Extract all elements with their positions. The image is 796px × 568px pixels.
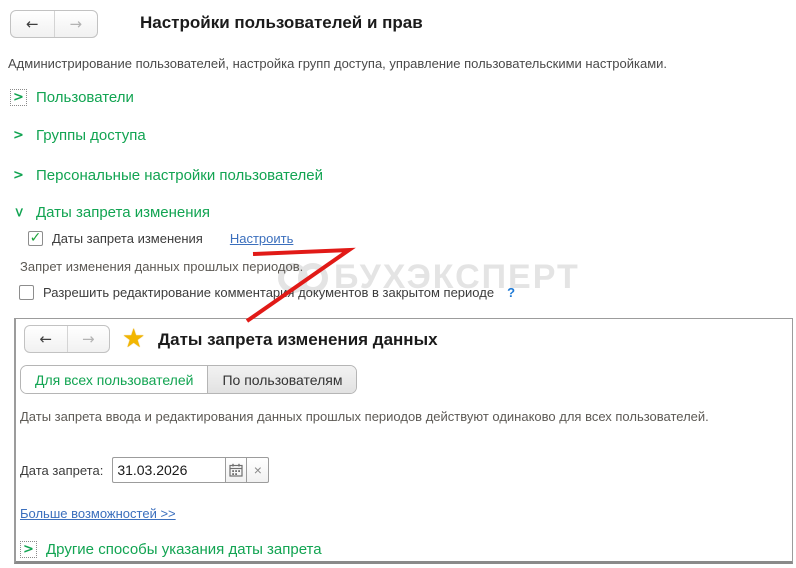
- prohibition-dates-checkbox[interactable]: ✓: [28, 231, 43, 246]
- clear-icon: ×: [253, 462, 262, 478]
- prohibition-date-field: Дата запрета: ×: [20, 457, 270, 483]
- tab-by-users[interactable]: По пользователям: [207, 366, 357, 393]
- settings-screen: БУХЭКСПЕРТ ← → Настройки пользователей и…: [0, 0, 796, 568]
- nav-history-group: ← →: [10, 10, 98, 38]
- forward-arrow-icon: →: [81, 330, 95, 348]
- page-title: Настройки пользователей и прав: [140, 13, 423, 32]
- forward-button[interactable]: →: [68, 326, 110, 352]
- forward-button[interactable]: →: [55, 11, 98, 37]
- section-label: Другие способы указания даты запрета: [46, 541, 322, 558]
- date-input[interactable]: [112, 457, 226, 483]
- back-button[interactable]: ←: [25, 326, 68, 352]
- chevron-down-icon: >: [11, 207, 26, 218]
- checkbox-label: Даты запрета изменения: [52, 231, 203, 246]
- nav-history-group: ← →: [24, 325, 110, 353]
- dialog-description: Даты запрета ввода и редактирования данн…: [20, 409, 709, 424]
- back-arrow-icon: ←: [39, 330, 53, 348]
- section-personal-settings[interactable]: > Персональные настройки пользователей: [10, 167, 323, 184]
- checkbox-label: Разрешить редактирование комментария док…: [43, 285, 495, 300]
- prohibition-dates-checkbox-row: ✓ Даты запрета изменения Настроить: [28, 231, 293, 246]
- section-access-groups[interactable]: > Группы доступа: [10, 127, 146, 144]
- date-field-label: Дата запрета:: [20, 462, 104, 478]
- check-icon: ✓: [29, 229, 42, 246]
- favorite-star-icon[interactable]: ★: [122, 326, 145, 352]
- user-scope-tabs: Для всех пользователей По пользователям: [20, 365, 358, 394]
- page-subtitle: Администрирование пользователей, настрой…: [8, 56, 668, 71]
- help-icon[interactable]: ?: [507, 285, 515, 300]
- configure-link[interactable]: Настроить: [230, 231, 294, 246]
- comment-edit-checkbox[interactable]: [19, 285, 34, 300]
- section-label: Персональные настройки пользователей: [36, 167, 323, 184]
- comment-edit-checkbox-row: Разрешить редактирование комментария док…: [19, 285, 515, 300]
- forward-arrow-icon: →: [69, 15, 83, 33]
- section-prohibition-dates[interactable]: > Даты запрета изменения: [10, 204, 210, 221]
- dialog-title: Даты запрета изменения данных: [158, 330, 438, 349]
- back-arrow-icon: ←: [25, 15, 39, 33]
- section-label: Даты запрета изменения: [36, 204, 211, 221]
- tab-all-users[interactable]: Для всех пользователей: [21, 366, 208, 393]
- calendar-icon: [229, 463, 243, 477]
- chevron-right-icon: >: [13, 128, 24, 143]
- back-button[interactable]: ←: [11, 11, 55, 37]
- prohibition-dates-dialog: ← → ★ Даты запрета изменения данных Для …: [14, 318, 793, 564]
- prohibition-hint: Запрет изменения данных прошлых периодов…: [20, 259, 304, 274]
- clear-date-button[interactable]: ×: [247, 457, 270, 483]
- chevron-right-icon: >: [13, 168, 24, 183]
- section-users[interactable]: > Пользователи: [10, 89, 134, 106]
- chevron-right-icon: >: [20, 541, 37, 558]
- section-label: Группы доступа: [36, 127, 146, 144]
- more-options-link[interactable]: Больше возможностей >>: [20, 506, 176, 521]
- chevron-right-icon: >: [10, 89, 27, 106]
- section-other-ways[interactable]: > Другие способы указания даты запрета: [20, 541, 322, 558]
- section-label: Пользователи: [36, 89, 134, 106]
- calendar-picker-button[interactable]: [225, 457, 248, 483]
